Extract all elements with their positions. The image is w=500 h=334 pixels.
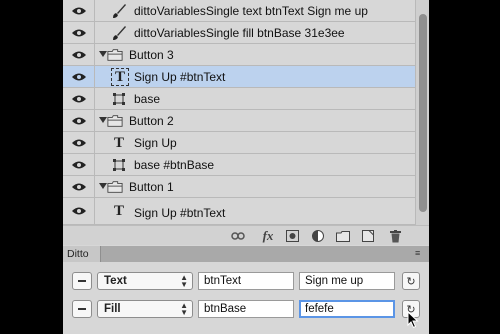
layers-toolbar: fx	[63, 225, 429, 245]
disclosure-arrow-icon[interactable]	[99, 183, 107, 189]
disclosure-arrow-icon[interactable]	[99, 51, 107, 57]
text-layer-icon: T	[113, 203, 124, 219]
ditto-panel-body: Text ▲ ▼ btnText Sign me up ↻ Fill ▲ ▼ btn…	[63, 262, 429, 334]
text-layer-icon: T	[113, 135, 124, 151]
eye-icon	[71, 29, 86, 36]
visibility-toggle[interactable]	[63, 110, 95, 131]
folder-icon	[107, 113, 123, 129]
refresh-icon: ↻	[406, 275, 416, 288]
select-arrows-icon: ▲ ▼	[180, 301, 188, 317]
text-layer-icon: T	[111, 68, 129, 86]
layer-name: Sign Up #btnText	[134, 206, 226, 220]
visibility-toggle[interactable]	[63, 176, 95, 197]
scrollbar-thumb[interactable]	[419, 14, 427, 212]
folder-icon	[107, 47, 123, 63]
eye-icon	[71, 73, 86, 80]
visibility-toggle[interactable]	[63, 132, 95, 153]
eye-icon	[71, 207, 86, 215]
remove-binding-button[interactable]	[72, 272, 92, 290]
layer-group-row[interactable]: Button 3	[63, 44, 415, 66]
binding-type-select[interactable]: Text ▲ ▼	[97, 272, 193, 290]
binding-type-value: Fill	[104, 303, 121, 315]
layer-name: Button 2	[129, 114, 174, 128]
layer-row[interactable]: dittoVariablesSingle fill btnBase 31e3ee	[63, 22, 415, 44]
brush-icon	[111, 25, 127, 41]
shape-layer-icon	[111, 91, 127, 107]
folder-icon	[107, 179, 123, 195]
layer-name: Sign Up	[134, 136, 177, 150]
layer-group-row[interactable]: Button 1	[63, 176, 415, 198]
eye-icon	[71, 139, 86, 146]
layer-row[interactable]: base	[63, 88, 415, 110]
eye-icon	[71, 117, 86, 124]
variable-value-field-focused[interactable]: fefefe	[299, 300, 395, 318]
visibility-toggle[interactable]	[63, 22, 95, 43]
variable-name-field[interactable]: btnText	[198, 272, 294, 290]
select-arrows-icon: ▲ ▼	[180, 273, 188, 289]
layer-name: dittoVariablesSingle fill btnBase 31e3ee	[134, 26, 345, 40]
visibility-toggle[interactable]	[63, 44, 95, 65]
trash-icon[interactable]	[388, 229, 402, 243]
link-icon[interactable]	[231, 229, 245, 243]
visibility-toggle[interactable]	[63, 198, 95, 224]
mouse-pointer-icon	[407, 311, 419, 329]
disclosure-arrow-icon[interactable]	[99, 117, 107, 123]
layers-panel: dittoVariablesSingle text btnText Sign m…	[63, 0, 429, 334]
layer-row[interactable]: T Sign Up #btnText	[63, 198, 415, 225]
binding-type-value: Text	[104, 275, 127, 287]
eye-icon	[71, 183, 86, 190]
layer-name: base #btnBase	[134, 158, 215, 172]
visibility-toggle[interactable]	[63, 0, 95, 21]
binding-type-select[interactable]: Fill ▲ ▼	[97, 300, 193, 318]
brush-icon	[111, 3, 127, 19]
layer-name: Button 3	[129, 48, 174, 62]
ditto-panel-header: Ditto ≡	[63, 246, 429, 262]
eye-icon	[71, 7, 86, 14]
new-layer-icon[interactable]	[361, 229, 375, 243]
minus-icon	[78, 280, 86, 282]
visibility-toggle[interactable]	[63, 66, 95, 87]
visibility-toggle[interactable]	[63, 154, 95, 175]
eye-icon	[71, 51, 86, 58]
layer-name: Button 1	[129, 180, 174, 194]
eye-icon	[71, 161, 86, 168]
visibility-toggle[interactable]	[63, 88, 95, 109]
layer-name: dittoVariablesSingle text btnText Sign m…	[134, 4, 368, 18]
layer-name: base	[134, 92, 161, 106]
layer-group-row[interactable]: Button 2	[63, 110, 415, 132]
eye-icon	[71, 95, 86, 102]
layers-list: dittoVariablesSingle text btnText Sign m…	[63, 0, 429, 225]
adjustment-icon[interactable]	[311, 229, 325, 243]
variable-name-field[interactable]: btnBase	[198, 300, 294, 318]
variable-value-field[interactable]: Sign me up	[299, 272, 395, 290]
layer-row[interactable]: dittoVariablesSingle text btnText Sign m…	[63, 0, 415, 22]
layer-row-selected[interactable]: T Sign Up #btnText	[63, 66, 415, 88]
layer-row[interactable]: T Sign Up	[63, 132, 415, 154]
layer-name: Sign Up #btnText	[134, 70, 226, 84]
refresh-button[interactable]: ↻	[402, 272, 420, 290]
mask-icon[interactable]	[285, 229, 299, 243]
layer-row[interactable]: base #btnBase	[63, 154, 415, 176]
panel-menu-icon[interactable]: ≡	[415, 249, 425, 258]
shape-layer-icon	[111, 157, 127, 173]
minus-icon	[78, 308, 86, 310]
fx-icon[interactable]: fx	[259, 228, 277, 243]
ditto-tab[interactable]: Ditto	[63, 246, 101, 262]
new-group-icon[interactable]	[336, 229, 350, 243]
layers-scrollbar[interactable]	[415, 0, 429, 225]
remove-binding-button[interactable]	[72, 300, 92, 318]
